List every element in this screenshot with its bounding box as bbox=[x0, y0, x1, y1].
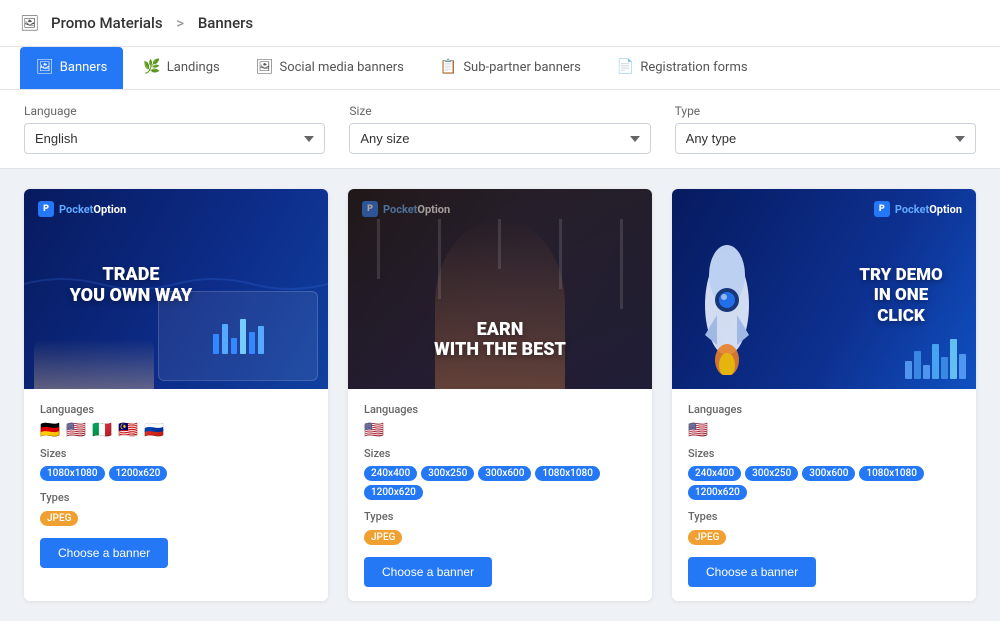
content-area: P PocketOption TRADEYOU OWN WAY bbox=[0, 169, 1000, 621]
flag-my: 🇲🇾 bbox=[118, 422, 140, 437]
card-3-image: P PocketOption bbox=[672, 189, 976, 389]
sub-partner-tab-icon: 📋 bbox=[440, 59, 457, 75]
choose-banner-btn-2[interactable]: Choose a banner bbox=[364, 557, 492, 587]
card-1-laptop-visual bbox=[158, 291, 318, 381]
tab-social-label: Social media banners bbox=[279, 60, 403, 75]
size-2-1080: 1080x1080 bbox=[535, 466, 600, 481]
card-2-body: Languages 🇺🇸 Sizes 240x400 300x250 300x6… bbox=[348, 389, 652, 601]
tab-sub-partner-label: Sub-partner banners bbox=[463, 60, 581, 75]
language-filter: Language English German French Spanish bbox=[24, 104, 325, 154]
flag-ru: 🇷🇺 bbox=[144, 422, 166, 437]
flag-us-3: 🇺🇸 bbox=[688, 422, 710, 437]
banner-card-2: P PocketOption bbox=[348, 189, 652, 601]
card-1-logo: P PocketOption bbox=[38, 201, 126, 217]
size-badge-1200: 1200x620 bbox=[109, 466, 168, 481]
card-1-image: P PocketOption TRADEYOU OWN WAY bbox=[24, 189, 328, 389]
card-3-rocket bbox=[687, 235, 767, 379]
tab-banners-label: Banners bbox=[60, 60, 108, 75]
tab-landings-label: Landings bbox=[167, 60, 220, 75]
card-2-sizes: 240x400 300x250 300x600 1080x1080 1200x6… bbox=[364, 466, 636, 500]
size-2-1200: 1200x620 bbox=[364, 485, 423, 500]
banners-tab-icon: 🖼 bbox=[36, 59, 54, 75]
card-3-flags: 🇺🇸 bbox=[688, 422, 960, 437]
social-tab-icon: 🖼 bbox=[256, 59, 274, 75]
card-1-logo-text: PocketOption bbox=[59, 203, 126, 216]
card-1-flags: 🇩🇪 🇺🇸 🇮🇹 🇲🇾 🇷🇺 bbox=[40, 422, 312, 437]
size-select[interactable]: Any size 240x400 300x250 300x600 1080x10… bbox=[349, 123, 650, 154]
card-1-types-label: Types bbox=[40, 491, 312, 504]
breadcrumb: Promo Materials > Banners bbox=[47, 14, 257, 32]
card-1-body: Languages 🇩🇪 🇺🇸 🇮🇹 🇲🇾 🇷🇺 Sizes 1080x1080… bbox=[24, 389, 328, 582]
registration-tab-icon: 📄 bbox=[617, 59, 634, 75]
tab-sub-partner[interactable]: 📋 Sub-partner banners bbox=[424, 47, 597, 89]
card-2-type-badge: JPEG bbox=[364, 530, 402, 545]
card-2-bg bbox=[348, 219, 652, 309]
tabs-bar: 🖼 Banners 🌿 Landings 🖼 Social media bann… bbox=[0, 47, 1000, 90]
type-filter-label: Type bbox=[675, 104, 976, 118]
size-3-300x250: 300x250 bbox=[745, 466, 798, 481]
flag-us-2: 🇺🇸 bbox=[364, 422, 386, 437]
top-bar: 🖼 Promo Materials > Banners bbox=[0, 0, 1000, 47]
card-3-logo: P PocketOption bbox=[874, 201, 962, 217]
card-2-sizes-label: Sizes bbox=[364, 447, 636, 460]
card-2-banner-text: EARNWITH THE BEST bbox=[434, 320, 566, 361]
size-2-300x600: 300x600 bbox=[478, 466, 531, 481]
type-select[interactable]: Any type JPEG PNG GIF bbox=[675, 123, 976, 154]
landings-tab-icon: 🌿 bbox=[143, 59, 160, 75]
filters-bar: Language English German French Spanish S… bbox=[0, 90, 1000, 169]
promo-materials-icon: 🖼 bbox=[20, 14, 39, 32]
size-2-300x250: 300x250 bbox=[421, 466, 474, 481]
size-3-240: 240x400 bbox=[688, 466, 741, 481]
card-3-sizes-label: Sizes bbox=[688, 447, 960, 460]
card-1-type-badge: JPEG bbox=[40, 511, 78, 526]
breadcrumb-current: Banners bbox=[198, 14, 253, 32]
card-2-languages-label: Languages bbox=[364, 403, 636, 416]
size-filter: Size Any size 240x400 300x250 300x600 10… bbox=[349, 104, 650, 154]
tab-social-media[interactable]: 🖼 Social media banners bbox=[240, 47, 420, 89]
card-3-banner-text: TRY DEMOIN ONECLICK bbox=[836, 265, 966, 326]
card-3-type-badge: JPEG bbox=[688, 530, 726, 545]
flag-de: 🇩🇪 bbox=[40, 422, 62, 437]
card-2-types-label: Types bbox=[364, 510, 636, 523]
card-3-chart bbox=[905, 339, 966, 379]
cards-grid: P PocketOption TRADEYOU OWN WAY bbox=[24, 189, 976, 601]
card-1-logo-icon: P bbox=[38, 201, 54, 217]
tab-landings[interactable]: 🌿 Landings bbox=[127, 47, 235, 89]
card-1-sizes: 1080x1080 1200x620 bbox=[40, 466, 312, 481]
language-filter-label: Language bbox=[24, 104, 325, 118]
card-3-body: Languages 🇺🇸 Sizes 240x400 300x250 300x6… bbox=[672, 389, 976, 601]
card-3-sizes: 240x400 300x250 300x600 1080x1080 1200x6… bbox=[688, 466, 960, 500]
tab-banners[interactable]: 🖼 Banners bbox=[20, 47, 123, 89]
card-3-logo-text: PocketOption bbox=[895, 203, 962, 216]
size-3-1080: 1080x1080 bbox=[859, 466, 924, 481]
size-filter-label: Size bbox=[349, 104, 650, 118]
size-2-240: 240x400 bbox=[364, 466, 417, 481]
flag-it: 🇮🇹 bbox=[92, 422, 114, 437]
tab-registration[interactable]: 📄 Registration forms bbox=[601, 47, 764, 89]
card-3-types-label: Types bbox=[688, 510, 960, 523]
banner-card-3: P PocketOption bbox=[672, 189, 976, 601]
banner-card-1: P PocketOption TRADEYOU OWN WAY bbox=[24, 189, 328, 601]
card-1-sizes-label: Sizes bbox=[40, 447, 312, 460]
choose-banner-btn-1[interactable]: Choose a banner bbox=[40, 538, 168, 568]
card-1-hand bbox=[34, 339, 154, 389]
breadcrumb-separator: > bbox=[176, 14, 184, 32]
card-2-image: P PocketOption bbox=[348, 189, 652, 389]
size-badge-1080: 1080x1080 bbox=[40, 466, 105, 481]
language-select[interactable]: English German French Spanish bbox=[24, 123, 325, 154]
size-3-1200: 1200x620 bbox=[688, 485, 747, 500]
flag-us: 🇺🇸 bbox=[66, 422, 88, 437]
card-2-flags: 🇺🇸 bbox=[364, 422, 636, 437]
card-3-languages-label: Languages bbox=[688, 403, 960, 416]
card-1-languages-label: Languages bbox=[40, 403, 312, 416]
type-filter: Type Any type JPEG PNG GIF bbox=[675, 104, 976, 154]
size-3-300x600: 300x600 bbox=[802, 466, 855, 481]
choose-banner-btn-3[interactable]: Choose a banner bbox=[688, 557, 816, 587]
breadcrumb-root[interactable]: Promo Materials bbox=[51, 14, 163, 32]
card-3-logo-icon: P bbox=[874, 201, 890, 217]
tab-registration-label: Registration forms bbox=[640, 60, 747, 75]
